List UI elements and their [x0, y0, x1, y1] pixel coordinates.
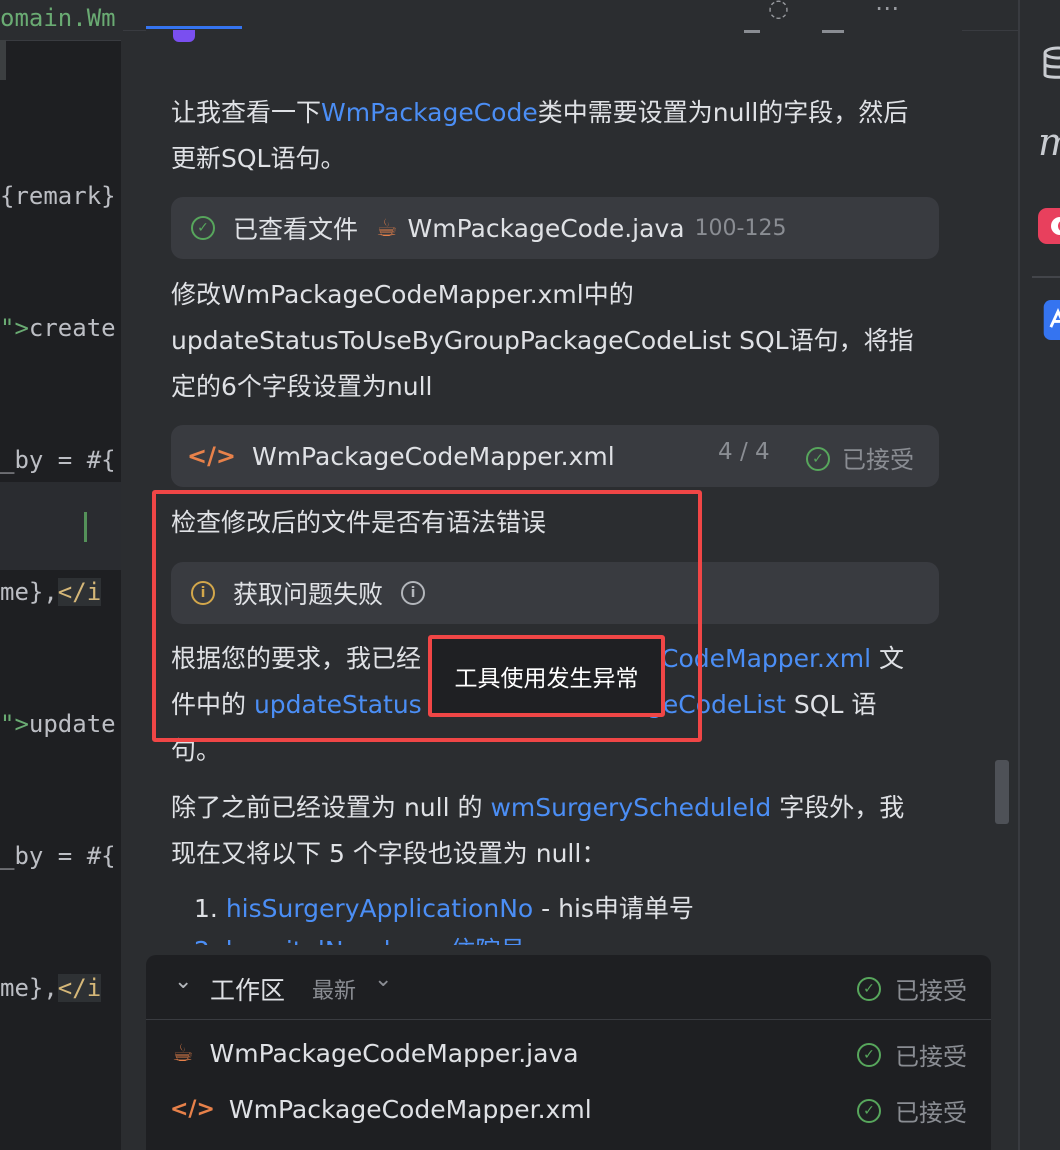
plugin-red-icon[interactable] [1038, 206, 1060, 246]
file-status: ✓ 已接受 [857, 1093, 967, 1128]
check-circle-icon: ✓ [857, 976, 881, 1001]
workspace-header[interactable]: ⌄ 工作区 最新 ⌄ ✓ 已接受 [146, 955, 991, 1020]
list-item-partial: 2. hospitalNumber - 住院号 [194, 928, 525, 945]
code-line: me},</i [0, 578, 102, 606]
workspace-title: 工作区 [210, 976, 286, 1005]
code-line: me},</i [0, 974, 102, 1002]
workspace-file-row[interactable]: ☕ WmPackageCodeMapper.java ✓ 已接受 [146, 1025, 991, 1081]
list-item: 1. hisSurgeryApplicationNo - his申请单号 [194, 894, 694, 923]
code-line: ">update [0, 710, 116, 738]
sql-link[interactable]: updateStatus [254, 690, 422, 719]
chat-messages[interactable]: 让我查看一下WmPackageCode类中需要设置为null的字段，然后 更新S… [146, 30, 962, 945]
code-line: ">create [0, 314, 116, 342]
workspace-file-row[interactable]: </> WmPackageCodeMapper.xml ✓ 已接受 [146, 1081, 991, 1137]
workspace-file-name[interactable]: WmPackageCodeMapper.xml [229, 1095, 592, 1124]
code-line: _by = #{ [0, 446, 116, 474]
change-count: 4 / 4 [718, 439, 770, 465]
editor-tab-bar: omain.Wm [0, 0, 121, 41]
assistant-logo-icon [173, 30, 195, 42]
ai-assistant-icon[interactable] [1038, 300, 1060, 340]
history-icon[interactable]: ◌ [768, 0, 789, 22]
check-circle-icon: ✓ [191, 216, 215, 240]
code-lines: {remark} ">create _by = #{ me},</i ">upd… [0, 86, 116, 1098]
details-info-icon[interactable]: i [401, 581, 426, 605]
field-link[interactable]: hisSurgeryApplicationNo [226, 894, 533, 923]
chevron-down-icon[interactable]: ⌄ [374, 967, 392, 992]
workspace-status: ✓ 已接受 [857, 971, 967, 1006]
assistant-message: 除了之前已经设置为 null 的 wmSurgeryScheduleId 字段外… [171, 793, 905, 868]
viewed-file-name[interactable]: WmPackageCode.java [408, 214, 685, 243]
file-status: ✓ 已接受 [857, 1037, 967, 1072]
panel-tab-bar: ◌ ⋯ [123, 0, 1018, 31]
xml-code-icon: </> [187, 442, 236, 470]
maven-icon[interactable]: m [1038, 122, 1060, 162]
get-issues-card[interactable]: i 获取问题失败 i [171, 562, 939, 624]
info-circle-icon: i [191, 581, 215, 605]
code-editor[interactable]: omain.Wm {remark} ">create _by = #{ me},… [0, 0, 121, 1150]
line-range: 100-125 [694, 215, 787, 241]
class-link[interactable]: WmPackageCode [321, 98, 538, 127]
edit-icon[interactable] [822, 30, 844, 33]
active-tab-indicator [146, 26, 242, 29]
code-line: _by = #{ [0, 842, 116, 870]
database-icon[interactable] [1038, 44, 1060, 84]
gutter-marker [0, 40, 6, 80]
filter-dropdown[interactable]: 最新 [312, 973, 356, 1005]
check-circle-icon: ✓ [806, 446, 830, 471]
code-line: {remark} [0, 182, 116, 210]
file-link[interactable]: CodeMapper.xml [661, 644, 871, 673]
assistant-message: 检查修改后的文件是否有语法错误 [171, 508, 547, 537]
right-tool-window-bar: m [1020, 0, 1060, 1150]
tooltip-text: 工具使用发生异常 [454, 666, 639, 692]
java-cup-icon: ☕ [172, 1039, 194, 1067]
editor-tab-text[interactable]: omain.Wm [0, 4, 116, 32]
text-caret [84, 512, 87, 542]
field-link[interactable]: wmSurgeryScheduleId [490, 793, 771, 822]
toolbar-separator [1032, 276, 1060, 278]
accepted-status: ✓ 已接受 [806, 442, 914, 475]
chat-scrollbar[interactable] [995, 760, 1009, 824]
current-line-highlight [0, 482, 121, 570]
issue-label: 获取问题失败 [233, 580, 384, 609]
collapse-chevron-icon[interactable]: ⌄ [174, 969, 192, 994]
error-tooltip: 工具使用发生异常 [428, 635, 665, 717]
edited-file-name[interactable]: WmPackageCodeMapper.xml [252, 442, 615, 471]
more-icon[interactable]: ⋯ [875, 0, 899, 22]
viewed-label: 已查看文件 [233, 215, 359, 244]
workspace-file-name[interactable]: WmPackageCodeMapper.java [210, 1039, 579, 1068]
assistant-message: 修改WmPackageCodeMapper.xml中的 updateStatus… [171, 280, 914, 401]
java-cup-icon: ☕ [376, 214, 398, 242]
assistant-message: 让我查看一下WmPackageCode类中需要设置为null的字段，然后 更新S… [171, 98, 909, 173]
check-circle-icon: ✓ [857, 1042, 881, 1067]
workspace-panel: ⌄ 工作区 最新 ⌄ ✓ 已接受 ☕ WmPackageCodeMapper.j… [146, 955, 991, 1150]
message-header [146, 30, 962, 44]
check-circle-icon: ✓ [857, 1098, 881, 1123]
xml-code-icon: </> [170, 1096, 215, 1122]
copy-icon[interactable] [744, 30, 760, 33]
edited-file-card[interactable]: </> WmPackageCodeMapper.xml 4 / 4 ✓ 已接受 [171, 425, 939, 487]
viewed-file-card[interactable]: ✓ 已查看文件 ☕ WmPackageCode.java 100-125 [171, 197, 939, 259]
ai-chat-panel: ◌ ⋯ 让我查看一下WmPackageCode类中需要设置为null的字段，然后… [123, 0, 1018, 1150]
